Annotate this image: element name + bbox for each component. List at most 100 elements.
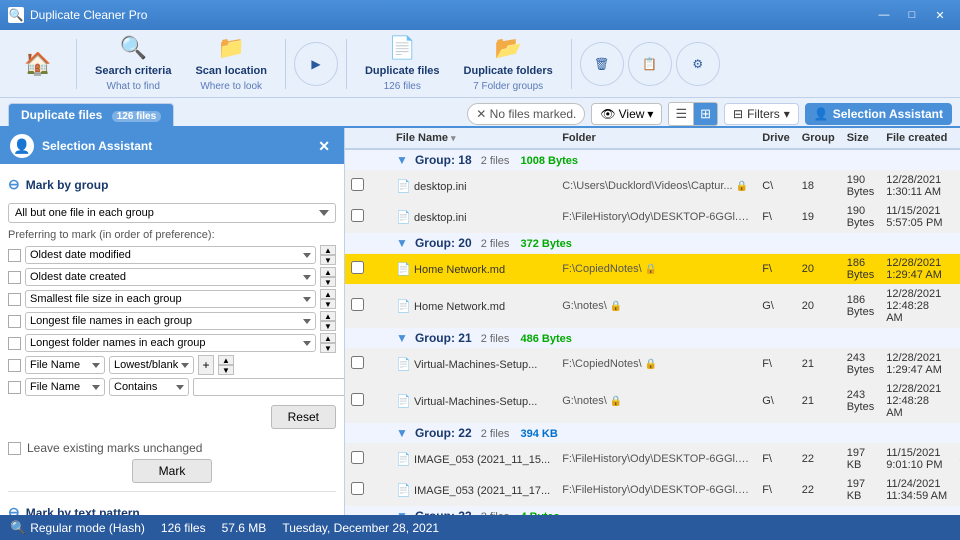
file-name-cell: 📄 IMAGE_053 (2021_11_15... <box>390 444 556 475</box>
group-toggle-icon[interactable]: ▼ <box>396 236 408 250</box>
close-button[interactable]: ✕ <box>928 6 952 24</box>
pref-up-6[interactable]: ▲ <box>218 355 234 365</box>
scan-location-button[interactable]: 📁 Scan location Where to look <box>185 31 277 96</box>
scan-location-sublabel: Where to look <box>200 81 262 92</box>
th-created[interactable]: File created <box>880 128 953 149</box>
pref-checkbox-5[interactable] <box>8 337 21 350</box>
row-checkbox[interactable] <box>351 298 364 311</box>
export-button[interactable]: 📋 <box>628 42 672 86</box>
pref-up-5[interactable]: ▲ <box>320 333 336 343</box>
th-modified[interactable]: File m <box>953 128 960 149</box>
pref-row-longest-names: Longest file names in each group ▲ ▼ <box>8 311 336 331</box>
table-row[interactable]: 📄 desktop.ini F:\FileHistory\Ody\DESKTOP… <box>345 202 960 233</box>
tab-duplicate-files[interactable]: Duplicate files 126 files <box>8 103 174 126</box>
pref-checkbox-4[interactable] <box>8 315 21 328</box>
duplicate-folders-button[interactable]: 📂 Duplicate folders 7 Folder groups <box>454 31 563 96</box>
pref-down-5[interactable]: ▼ <box>320 343 336 353</box>
pref-down-1[interactable]: ▼ <box>320 255 336 265</box>
pref-down-2[interactable]: ▼ <box>320 277 336 287</box>
settings-button[interactable]: ⚙ <box>676 42 720 86</box>
mark-button[interactable]: Mark <box>132 459 212 483</box>
home-button[interactable]: 🏠 <box>8 47 68 81</box>
th-group[interactable]: Group <box>796 128 841 149</box>
mark-by-group-header[interactable]: ⊖ Mark by group <box>8 172 336 197</box>
group-toggle-icon[interactable]: ▼ <box>396 331 408 345</box>
table-row[interactable]: 📄 Virtual-Machines-Setup... G:\notes\ 🔒 … <box>345 380 960 423</box>
row-checkbox[interactable] <box>351 261 364 274</box>
group-row[interactable]: ▼ Group: 23 2 files 4 Bytes <box>345 506 960 516</box>
row-checkbox[interactable] <box>351 209 364 222</box>
maximize-button[interactable]: □ <box>900 6 924 24</box>
pref-select-contains[interactable]: Contains <box>109 378 189 396</box>
group-mode-select[interactable]: All but one file in each group <box>8 203 336 223</box>
row-checkbox[interactable] <box>351 451 364 464</box>
pref-select-oldest-modified[interactable]: Oldest date modified <box>25 246 316 264</box>
pref-select-longest-names[interactable]: Longest file names in each group <box>25 312 316 330</box>
minimize-button[interactable]: — <box>872 6 896 24</box>
th-filename[interactable]: File Name ▾ <box>390 128 556 149</box>
pref-select-file-name-2[interactable]: File Name <box>25 378 105 396</box>
pref-checkbox-3[interactable] <box>8 293 21 306</box>
group-row[interactable]: ▼ Group: 20 2 files 372 Bytes <box>345 233 960 254</box>
th-drive[interactable]: Drive <box>756 128 796 149</box>
mark-by-text-header[interactable]: ⊖ Mark by text pattern <box>8 500 336 515</box>
delete-button[interactable]: 🗑 <box>580 42 624 86</box>
grid-view-button[interactable]: ⊞ <box>693 102 718 126</box>
search-criteria-button[interactable]: 🔍 Search criteria What to find <box>85 31 181 96</box>
pref-up-4[interactable]: ▲ <box>320 311 336 321</box>
pref-row-longest-folder: Longest folder names in each group ▲ ▼ <box>8 333 336 353</box>
status-files-count: 126 files <box>161 521 206 535</box>
th-folder[interactable]: Folder <box>556 128 756 149</box>
row-checkbox[interactable] <box>351 393 364 406</box>
duplicate-files-button[interactable]: 📄 Duplicate files 126 files <box>355 31 450 96</box>
modified-cell: 3/9/2... <box>953 444 960 475</box>
pref-checkbox-2[interactable] <box>8 271 21 284</box>
leave-unchanged-checkbox[interactable] <box>8 442 21 455</box>
pref-up-3[interactable]: ▲ <box>320 289 336 299</box>
th-size[interactable]: Size <box>841 128 881 149</box>
group-toggle-icon[interactable]: ▼ <box>396 153 408 167</box>
group-toggle-icon[interactable]: ▼ <box>396 509 408 515</box>
created-cell: 12/28/2021 12:48:28 AM <box>880 380 953 423</box>
pref-select-lowest-blank[interactable]: Lowest/blank <box>109 356 194 374</box>
table-row[interactable]: 📄 IMAGE_053 (2021_11_15... F:\FileHistor… <box>345 444 960 475</box>
pref-select-longest-folder[interactable]: Longest folder names in each group <box>25 334 316 352</box>
pref-select-oldest-created[interactable]: Oldest date created <box>25 268 316 286</box>
filters-button[interactable]: ⊟ Filters ▾ <box>724 103 799 125</box>
reset-button[interactable]: Reset <box>271 405 336 429</box>
table-row[interactable]: 📄 IMAGE_053 (2021_11_17... F:\FileHistor… <box>345 475 960 506</box>
view-button[interactable]: 👁 View ▾ <box>591 103 662 125</box>
selection-assistant-button[interactable]: 👤 Selection Assistant <box>805 103 952 125</box>
group-row[interactable]: ▼ Group: 18 2 files 1008 Bytes <box>345 149 960 171</box>
leave-unchanged-row: Leave existing marks unchanged <box>8 441 336 455</box>
pref-down-3[interactable]: ▼ <box>320 299 336 309</box>
group-row[interactable]: ▼ Group: 21 2 files 486 Bytes <box>345 328 960 349</box>
pref-down-4[interactable]: ▼ <box>320 321 336 331</box>
modified-cell: 11/16... <box>953 254 960 285</box>
pref-select-file-name-1[interactable]: File Name <box>25 356 105 374</box>
panel-close-button[interactable]: ✕ <box>314 136 334 157</box>
pref-checkbox-1[interactable] <box>8 249 21 262</box>
row-checkbox[interactable] <box>351 178 364 191</box>
row-checkbox[interactable] <box>351 482 364 495</box>
pref-up-1[interactable]: ▲ <box>320 245 336 255</box>
file-icon: 📄 <box>396 299 411 313</box>
scan-button[interactable]: ▶ <box>294 42 338 86</box>
pref-checkbox-7[interactable] <box>8 381 21 394</box>
pref-select-smallest-size[interactable]: Smallest file size in each group <box>25 290 316 308</box>
pref-add-1[interactable]: + <box>198 355 214 375</box>
group-toggle-icon[interactable]: ▼ <box>396 426 408 440</box>
pref-text-contains[interactable] <box>193 378 344 396</box>
table-row[interactable]: 📄 Home Network.md G:\notes\ 🔒 G\ 20 186 … <box>345 285 960 328</box>
table-row[interactable]: 📄 Virtual-Machines-Setup... F:\CopiedNot… <box>345 349 960 380</box>
table-row[interactable]: 📄 Home Network.md F:\CopiedNotes\ 🔒 F\ 2… <box>345 254 960 285</box>
no-files-badge[interactable]: ✕ No files marked. <box>467 103 585 125</box>
list-view-button[interactable]: ☰ <box>668 102 693 126</box>
group-row[interactable]: ▼ Group: 22 2 files 394 KB <box>345 423 960 444</box>
row-checkbox[interactable] <box>351 356 364 369</box>
file-icon: 📄 <box>396 394 411 408</box>
pref-up-2[interactable]: ▲ <box>320 267 336 277</box>
table-row[interactable]: 📄 desktop.ini C:\Users\Ducklord\Videos\C… <box>345 171 960 202</box>
pref-down-6[interactable]: ▼ <box>218 365 234 375</box>
pref-checkbox-6[interactable] <box>8 359 21 372</box>
